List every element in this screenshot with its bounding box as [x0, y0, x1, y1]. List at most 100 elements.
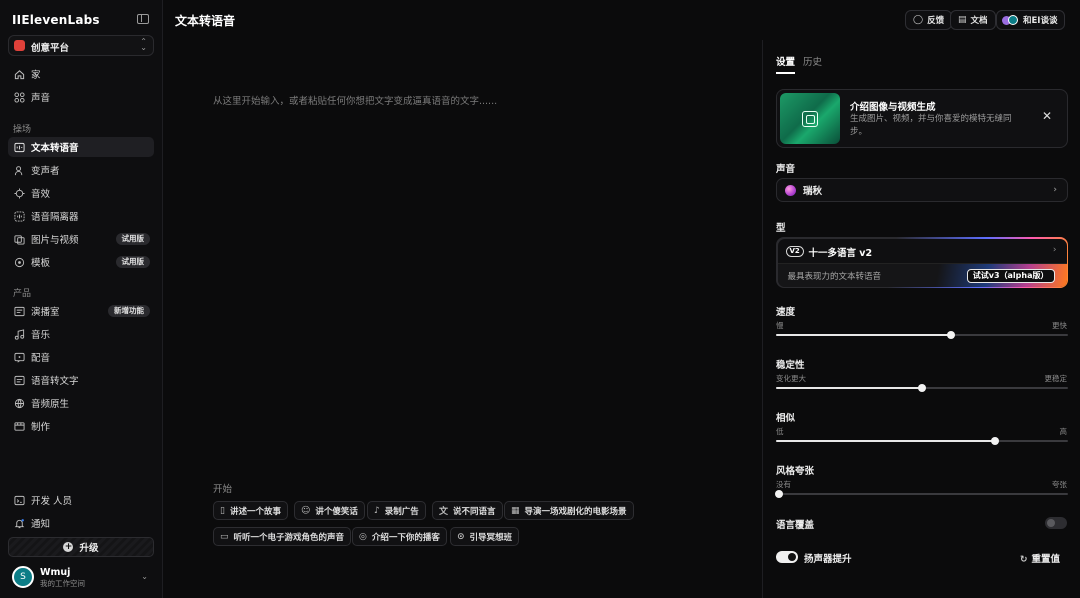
model-name: 十一多语言 v2: [808, 247, 873, 259]
model-inner: V2 十一多语言 v2 › 最具表现力的文本转语音 试试v3（alpha版）: [777, 238, 1067, 287]
bell-icon: [13, 517, 25, 529]
chip-label: 讲述一个故事: [229, 506, 281, 517]
avatar: S: [12, 566, 34, 588]
stability-label: 稳定性: [776, 360, 805, 371]
voice-avatar-icon: [785, 184, 796, 196]
language-override-toggle[interactable]: [1045, 517, 1067, 529]
nav-label: 音乐: [31, 330, 51, 341]
speed-slider[interactable]: [776, 331, 1068, 339]
nav-item-music[interactable]: 音乐: [8, 324, 154, 344]
nav-label: 演播室: [31, 307, 60, 318]
voice-selector[interactable]: 瑞秋 ›: [776, 178, 1068, 202]
nav-label: 音效: [31, 189, 51, 200]
translate-icon: 文: [439, 507, 449, 517]
voice-changer-icon: [13, 164, 25, 176]
user-menu[interactable]: S Wmuj 我的工作空间 ⌄: [12, 566, 154, 588]
page-title: 文本转语音: [175, 14, 236, 28]
image-video-icon: [802, 111, 818, 127]
upgrade-label: 升级: [79, 543, 99, 554]
promo-title: 介绍图像与视频生成: [850, 102, 936, 113]
similarity-slider[interactable]: [776, 437, 1068, 445]
nav-item-voice-isolator[interactable]: 语音隔离器: [8, 206, 154, 226]
audio-native-icon: [13, 397, 25, 409]
style-exaggeration-label: 风格夸张: [776, 466, 815, 477]
new-feature-badge: 新增功能: [108, 305, 150, 317]
suggestion-chip-joke[interactable]: ☺ 讲个傻笑话: [294, 501, 365, 520]
microphone-icon: ♪: [374, 505, 380, 516]
book-icon: ▯: [220, 505, 225, 516]
stability-slider[interactable]: [776, 384, 1068, 392]
logo[interactable]: IIElevenLabs: [12, 13, 100, 27]
suggestion-chip-ad[interactable]: ♪ 录制广告: [367, 501, 426, 520]
suggestion-chip-game-character[interactable]: ▭ 听听一个电子游戏角色的声音: [213, 527, 352, 546]
suggestion-chip-podcast[interactable]: ◎ 介绍一下你的播客: [352, 527, 447, 546]
collapse-sidebar-icon[interactable]: [137, 14, 149, 24]
try-v3-button[interactable]: 试试v3（alpha版）: [966, 268, 1055, 283]
promo-card[interactable]: 介绍图像与视频生成 生成图片、视频，并与你喜爱的模特无缝同步。 ✕: [776, 89, 1068, 148]
model-label: 型: [776, 223, 786, 234]
slider-thumb[interactable]: [774, 490, 783, 498]
model-row[interactable]: V2 十一多语言 v2 ›: [777, 239, 1067, 264]
slider-thumb[interactable]: [947, 331, 956, 339]
nav-item-speech-to-text[interactable]: 语音转文字: [8, 370, 154, 390]
gamepad-icon: ▭: [220, 531, 229, 542]
similarity-min-label: 低: [776, 427, 784, 436]
sound-effects-icon: [13, 187, 25, 199]
nav-item-text-to-speech[interactable]: 文本转语音: [8, 137, 154, 157]
slider-thumb[interactable]: [991, 437, 999, 445]
developers-icon: [13, 494, 25, 506]
speech-to-text-icon: [13, 374, 25, 386]
tab-history[interactable]: 历史: [803, 54, 822, 68]
nav-item-audio-native[interactable]: 音频原生: [8, 393, 154, 413]
nav-item-voice-changer[interactable]: 变声者: [8, 160, 154, 180]
smile-icon: ☺: [301, 505, 311, 516]
suggestion-chip-languages[interactable]: 文说不同语言: [432, 501, 503, 520]
style-max-label: 夸张: [1052, 480, 1067, 489]
reset-icon: ↻: [1019, 555, 1028, 565]
feedback-button[interactable]: ◯ 反馈: [905, 10, 953, 30]
tab-settings[interactable]: 设置: [776, 54, 795, 68]
model-selector[interactable]: V2 十一多语言 v2 › 最具表现力的文本转语音 试试v3（alpha版）: [776, 237, 1068, 288]
section-playground: 操场: [13, 125, 32, 135]
suggestion-chip-story[interactable]: ▯ 讲述一个故事: [213, 501, 288, 520]
upgrade-button[interactable]: + 升级: [8, 537, 154, 557]
section-products: 产品: [13, 289, 32, 299]
nav-item-templates[interactable]: 模板 试用版: [8, 252, 154, 272]
reset-values-button[interactable]: ↻ 重置值: [1020, 551, 1060, 565]
user-name: Wmuj: [40, 567, 71, 578]
nav-item-studio[interactable]: 演播室 新增功能: [8, 301, 154, 321]
nav-label: 通知: [31, 519, 51, 530]
nav-item-notifications[interactable]: 通知: [8, 513, 154, 533]
chevron-down-icon: ⌄: [141, 572, 148, 581]
speed-max-label: 更快: [1052, 321, 1067, 330]
nav-label: 音频原生: [31, 399, 70, 410]
trial-badge: 试用版: [115, 233, 150, 245]
chip-label: 引导冥想班: [469, 532, 513, 543]
studio-icon: [13, 305, 25, 317]
nav-item-sound-effects[interactable]: 音效: [8, 183, 154, 203]
slider-thumb[interactable]: [918, 384, 926, 392]
toggle-knob: [1047, 519, 1055, 527]
close-icon[interactable]: ✕: [1042, 109, 1052, 123]
slider-fill: [776, 387, 922, 389]
speaker-boost-toggle[interactable]: [776, 551, 798, 563]
voice-label: 声音: [776, 164, 796, 175]
nav-item-image-video[interactable]: 图片与视频 试用版: [8, 229, 154, 249]
workspace-selector[interactable]: 创意平台 ⌃ ⌄: [8, 35, 154, 56]
chevron-right-icon: ›: [1052, 244, 1057, 255]
nav-item-home[interactable]: 家: [8, 64, 154, 84]
speed-label: 速度: [776, 307, 796, 318]
docs-button[interactable]: ▤ 文档: [950, 10, 996, 30]
nav-item-productions[interactable]: 制作: [8, 416, 154, 436]
text-editor[interactable]: 从这里开始输入，或者粘贴任何你想把文字变成逼真语音的文字...... 开始 ▯ 讲…: [163, 40, 762, 598]
sidebar: IIElevenLabs 创意平台 ⌃ ⌄ 家 声音 操场 文本转语音 变声者 音…: [0, 0, 163, 598]
nav-label: 开发 人员: [31, 496, 73, 507]
suggestion-chip-meditation[interactable]: ⊙ 引导冥想班: [450, 527, 520, 546]
nav-item-dubbing[interactable]: 配音: [8, 347, 154, 367]
talk-to-ei-button[interactable]: 和EI谈谈: [996, 10, 1066, 30]
nav-label: 图片与视频: [31, 235, 79, 246]
style-exaggeration-slider[interactable]: [774, 490, 1068, 498]
nav-item-voices[interactable]: 声音: [8, 87, 154, 107]
suggestion-chip-movie-scene[interactable]: ▦ 导演一场戏剧化的电影场景: [504, 501, 634, 520]
nav-item-developers[interactable]: 开发 人员: [8, 490, 154, 510]
